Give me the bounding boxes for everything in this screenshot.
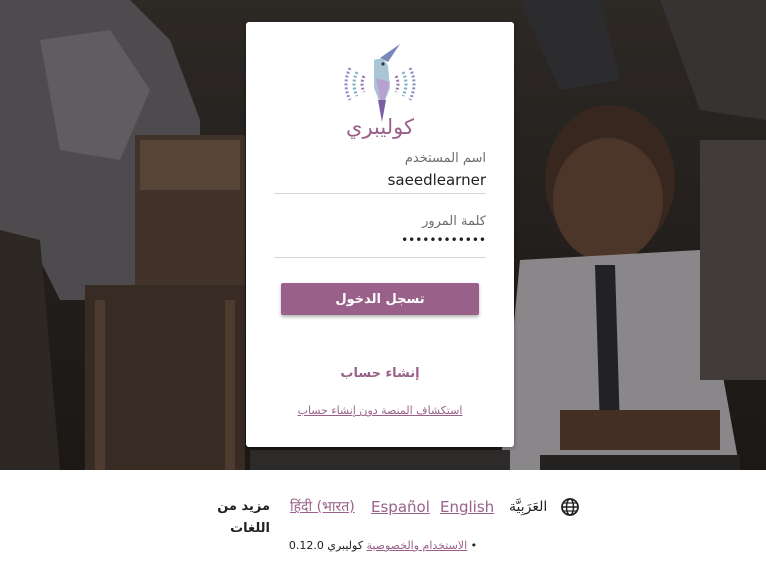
username-field[interactable]: saeedlearner	[276, 171, 486, 189]
privacy-link[interactable]: الاستخدام والخصوصية	[366, 539, 467, 552]
language-link-spanish[interactable]: Español	[371, 496, 430, 518]
login-card: كوليبري اسم المستخدم saeedlearner كلمة ا…	[246, 22, 514, 447]
language-link-english[interactable]: English	[440, 496, 494, 518]
current-language: العَرَبِيَّة	[509, 499, 548, 515]
version-line: الاستخدام والخصوصية كوليبري 0.12.0 •	[0, 539, 766, 552]
explore-without-account-link[interactable]: استكشاف المنصة دون إنشاء حساب	[246, 404, 514, 417]
language-link-hindi[interactable]: हिंदी (भारत)	[290, 496, 355, 518]
more-languages-button[interactable]: مزيد من اللغات	[184, 496, 270, 536]
signin-button[interactable]: تسجل الدخول	[281, 283, 479, 315]
username-label: اسم المستخدم	[404, 151, 486, 166]
password-field[interactable]: ••••••••••••	[276, 233, 486, 247]
password-label: كلمة المرور	[422, 214, 486, 229]
globe-icon	[561, 498, 579, 516]
username-underline	[274, 193, 486, 194]
password-underline	[274, 257, 486, 258]
create-account-link[interactable]: إنشاء حساب	[246, 366, 514, 381]
app-name: كوليبري	[346, 115, 414, 139]
